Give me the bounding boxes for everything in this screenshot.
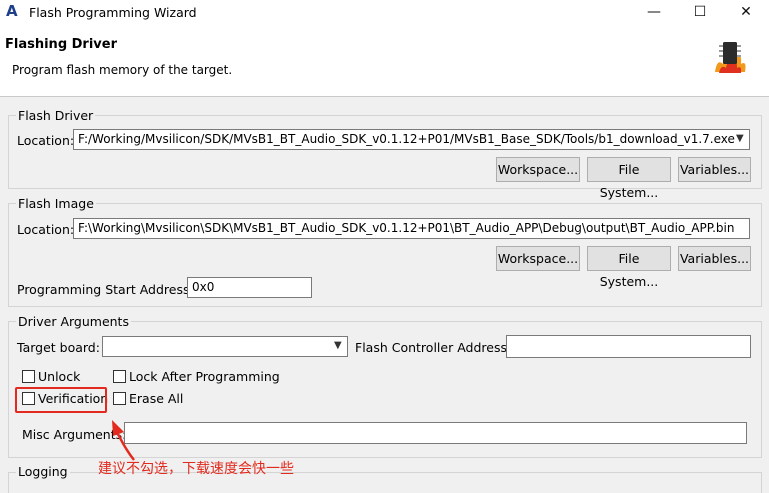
flash-image-location-input[interactable]: F:\Working\Mvsilicon\SDK\MVsB1_BT_Audio_… xyxy=(73,218,750,239)
unlock-checkbox[interactable] xyxy=(22,370,35,383)
lock-after-programming-checkbox[interactable] xyxy=(113,370,126,383)
logging-group-label: Logging xyxy=(16,464,70,479)
image-workspace-button[interactable]: Workspace... xyxy=(496,246,580,271)
minimize-button[interactable]: — xyxy=(631,0,677,26)
chevron-down-icon[interactable]: ▼ xyxy=(334,340,342,351)
app-logo-icon: A xyxy=(6,2,18,20)
lock-after-programming-label[interactable]: Lock After Programming xyxy=(129,369,280,384)
close-button[interactable]: ✕ xyxy=(723,0,769,26)
start-address-label: Programming Start Address: xyxy=(17,282,194,297)
image-variables-button[interactable]: Variables... xyxy=(678,246,751,271)
annotation-note: 建议不勾选，下载速度会快一些 xyxy=(98,461,294,477)
driver-arguments-group-label: Driver Arguments xyxy=(16,314,131,329)
image-file-system-button[interactable]: File System... xyxy=(587,246,671,289)
flash-image-group-label: Flash Image xyxy=(16,196,96,211)
flash-driver-location-select[interactable]: F:/Working/Mvsilicon/SDK/MVsB1_BT_Audio_… xyxy=(73,129,750,150)
verification-highlight-box xyxy=(15,387,107,413)
flash-image-location-value: F:\Working\Mvsilicon\SDK\MVsB1_BT_Audio_… xyxy=(78,221,735,235)
driver-file-system-button[interactable]: File System... xyxy=(587,157,671,200)
flash-driver-group-label: Flash Driver xyxy=(16,108,96,123)
maximize-button[interactable]: ☐ xyxy=(677,0,723,26)
start-address-value: 0x0 xyxy=(192,280,215,294)
flash-controller-address-input[interactable] xyxy=(506,335,751,358)
page-subtitle: Program flash memory of the target. xyxy=(12,63,233,77)
misc-arguments-input[interactable] xyxy=(124,422,747,444)
flash-image-location-label: Location: xyxy=(17,222,75,237)
flash-controller-address-label: Flash Controller Address: xyxy=(355,340,512,355)
window-title: Flash Programming Wizard xyxy=(29,5,197,20)
flash-driver-location-label: Location: xyxy=(17,133,75,148)
flash-driver-location-value: F:/Working/Mvsilicon/SDK/MVsB1_BT_Audio_… xyxy=(78,132,735,146)
start-address-input[interactable]: 0x0 xyxy=(187,277,312,298)
erase-all-label[interactable]: Erase All xyxy=(129,391,183,406)
driver-variables-button[interactable]: Variables... xyxy=(678,157,751,182)
page-title: Flashing Driver xyxy=(5,37,118,52)
erase-all-checkbox[interactable] xyxy=(113,392,126,405)
chevron-down-icon[interactable]: ▼ xyxy=(736,133,744,144)
target-board-select[interactable] xyxy=(102,336,348,357)
driver-workspace-button[interactable]: Workspace... xyxy=(496,157,580,182)
target-board-label: Target board: xyxy=(17,340,100,355)
flash-chip-icon xyxy=(711,38,749,78)
unlock-label[interactable]: Unlock xyxy=(38,369,80,384)
